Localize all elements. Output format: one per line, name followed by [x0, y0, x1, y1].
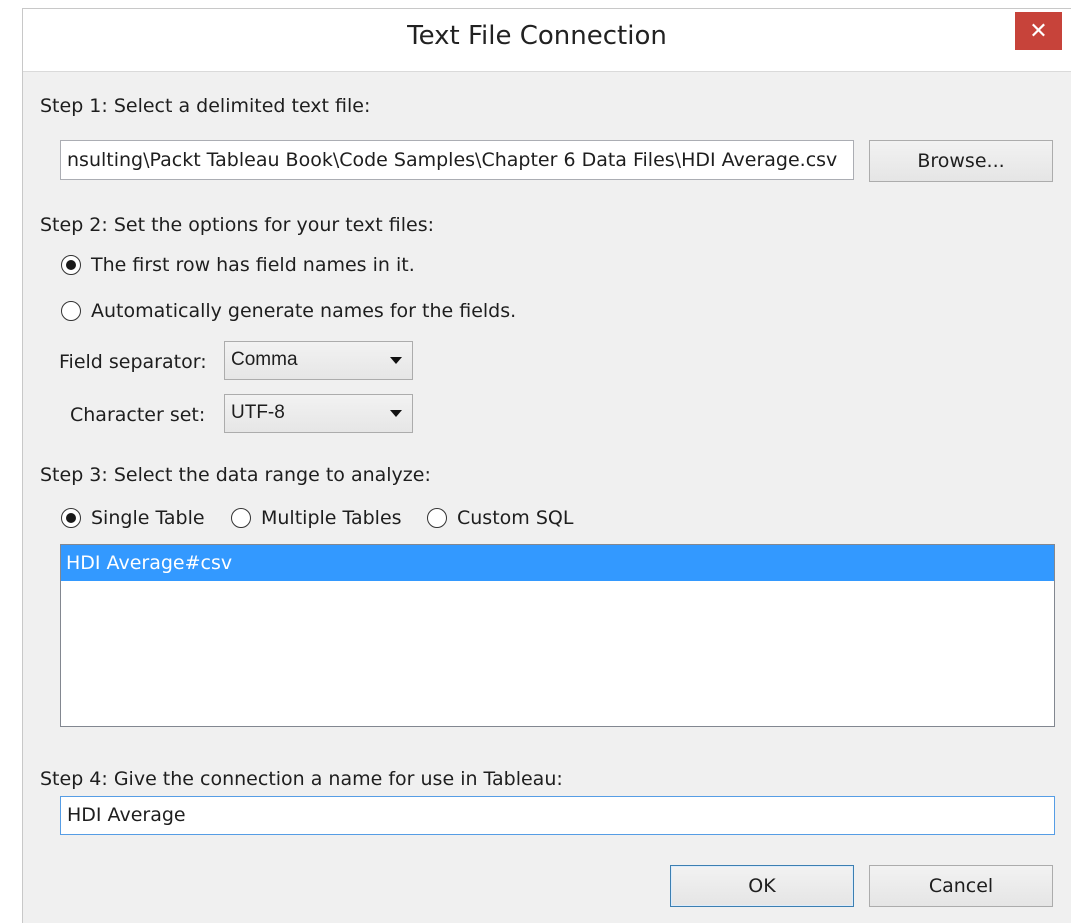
radio-auto-generate-names[interactable]: Automatically generate names for the fie…	[61, 300, 516, 322]
radio-multiple-tables[interactable]: Multiple Tables	[231, 507, 402, 529]
radio-first-row-label: The first row has field names in it.	[91, 254, 415, 276]
step1-label: Step 1: Select a delimited text file:	[40, 95, 371, 117]
character-set-value: UTF-8	[231, 402, 285, 423]
radio-single-table-label: Single Table	[91, 507, 205, 529]
radio-button-unchecked[interactable]	[231, 508, 251, 528]
chevron-down-icon	[390, 410, 402, 417]
character-set-label: Character set:	[70, 404, 206, 426]
dialog-body: Step 1: Select a delimited text file: ns…	[23, 71, 1071, 923]
radio-single-table[interactable]: Single Table	[61, 507, 205, 529]
radio-custom-sql-label: Custom SQL	[457, 507, 574, 529]
dialog-title: Text File Connection	[407, 21, 667, 51]
radio-button-checked[interactable]	[61, 508, 81, 528]
radio-button-checked[interactable]	[61, 255, 81, 275]
connection-name-value: HDI Average	[67, 804, 186, 826]
title-bar: Text File Connection ✕	[23, 9, 1071, 71]
radio-button-unchecked[interactable]	[427, 508, 447, 528]
close-icon: ✕	[1029, 18, 1048, 44]
text-file-connection-dialog: Text File Connection ✕ Step 1: Select a …	[22, 8, 1071, 923]
field-separator-select[interactable]: Comma	[224, 341, 413, 380]
radio-auto-names-label: Automatically generate names for the fie…	[91, 300, 517, 322]
ok-button[interactable]: OK	[670, 865, 854, 907]
browse-button[interactable]: Browse...	[869, 140, 1053, 182]
radio-custom-sql[interactable]: Custom SQL	[427, 507, 573, 529]
close-button[interactable]: ✕	[1015, 12, 1062, 50]
radio-button-unchecked[interactable]	[61, 301, 81, 321]
cancel-button[interactable]: Cancel	[869, 865, 1053, 907]
list-item[interactable]: HDI Average#csv	[61, 545, 1054, 581]
character-set-select[interactable]: UTF-8	[224, 394, 413, 433]
step4-label: Step 4: Give the connection a name for u…	[40, 768, 563, 790]
step2-label: Step 2: Set the options for your text fi…	[40, 214, 435, 236]
file-path-input[interactable]: nsulting\Packt Tableau Book\Code Samples…	[60, 140, 854, 180]
table-name: HDI Average#csv	[66, 552, 233, 574]
radio-multiple-tables-label: Multiple Tables	[261, 507, 402, 529]
field-separator-value: Comma	[231, 349, 298, 370]
file-path-value: nsulting\Packt Tableau Book\Code Samples…	[67, 149, 838, 171]
step3-label: Step 3: Select the data range to analyze…	[40, 464, 431, 486]
chevron-down-icon	[390, 357, 402, 364]
field-separator-label: Field separator:	[59, 351, 207, 373]
table-list[interactable]: HDI Average#csv	[60, 544, 1055, 727]
connection-name-input[interactable]: HDI Average	[60, 796, 1055, 835]
radio-first-row-field-names[interactable]: The first row has field names in it.	[61, 254, 415, 276]
